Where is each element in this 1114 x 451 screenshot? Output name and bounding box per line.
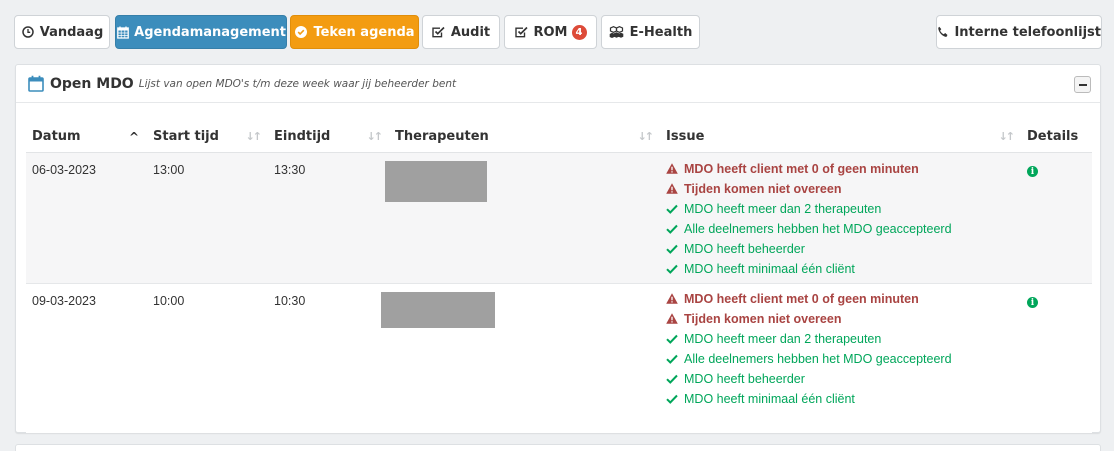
cell-start-tijd: 10:00: [147, 282, 268, 433]
cell-issues: MDO heeft client met 0 of geen minuten T…: [660, 152, 1021, 283]
check-icon: [666, 263, 678, 275]
table-row: 09-03-2023 10:00 10:30 MDO heeft client …: [26, 282, 1092, 433]
panel-header: Open MDO Lijst van open MDO's t/m deze w…: [16, 65, 1100, 103]
vandaag-label: Vandaag: [39, 24, 104, 40]
check-square-icon: [432, 25, 446, 39]
check-icon: [666, 243, 678, 255]
column-header-details: Details: [1021, 121, 1092, 153]
phone-icon: [937, 25, 949, 39]
calendar-icon: [28, 75, 44, 92]
cell-details: i: [1021, 282, 1092, 433]
sort-icon: ↓↑: [637, 130, 655, 143]
warning-icon: [666, 293, 678, 305]
info-icon[interactable]: i: [1027, 297, 1038, 308]
check-square-icon: [515, 25, 529, 39]
cell-datum: 09-03-2023: [26, 282, 147, 433]
minus-icon: [1078, 83, 1087, 86]
info-icon[interactable]: i: [1027, 166, 1038, 177]
cell-eindtijd: 10:30: [268, 282, 389, 433]
cell-therapeuten: [385, 152, 660, 283]
agendamanagement-button[interactable]: Agendamanagement: [115, 15, 287, 49]
rom-button[interactable]: ROM 4: [504, 15, 597, 49]
warning-icon: [666, 163, 678, 175]
sort-asc-icon: ^: [128, 130, 139, 144]
panel-subtitle: Lijst van open MDO's t/m deze week waar …: [138, 77, 457, 90]
calendar-icon: [116, 25, 129, 39]
cell-details: i: [1021, 152, 1092, 283]
cell-datum: 06-03-2023: [26, 152, 147, 283]
sort-icon: ↓↑: [366, 130, 384, 143]
teken-agenda-button[interactable]: Teken agenda: [290, 15, 419, 49]
check-icon: [666, 393, 678, 405]
sort-icon: ↓↑: [998, 130, 1016, 143]
issue-ok: MDO heeft beheerder: [666, 239, 1021, 259]
sort-icon: ↓↑: [245, 130, 263, 143]
check-icon: [666, 333, 678, 345]
issue-ok: MDO heeft beheerder: [666, 369, 1021, 389]
check-circle-icon: [294, 25, 308, 39]
collapse-button[interactable]: [1074, 76, 1091, 93]
clock-icon: [21, 25, 35, 39]
column-header-datum[interactable]: Datum ^: [26, 121, 147, 153]
redacted-therapists: [381, 291, 495, 328]
toolbar: Vandaag Agendamanagement Teken agenda Au…: [14, 15, 1102, 49]
column-header-eindtijd[interactable]: Eindtijd ↓↑: [268, 121, 389, 153]
issue-warning: Tijden komen niet overeen: [666, 309, 1021, 329]
vandaag-button[interactable]: Vandaag: [14, 15, 110, 49]
warning-icon: [666, 313, 678, 325]
cell-therapeuten: [381, 282, 660, 433]
table-header-row: Datum ^ Start tijd ↓↑ Eindtijd ↓↑ Therapeut…: [26, 121, 1092, 153]
audit-button[interactable]: Audit: [422, 15, 500, 49]
rom-label: ROM: [533, 24, 568, 40]
open-mdo-panel: Open MDO Lijst van open MDO's t/m deze w…: [15, 64, 1101, 433]
ehealth-label: E-Health: [629, 24, 693, 40]
cell-issues: MDO heeft client met 0 of geen minuten T…: [660, 282, 1021, 433]
issue-ok: Alle deelnemers hebben het MDO geaccepte…: [666, 349, 1021, 369]
mdo-table: Datum ^ Start tijd ↓↑ Eindtijd ↓↑ Therapeut…: [26, 121, 1092, 433]
issue-ok: MDO heeft minimaal één cliënt: [666, 389, 1021, 409]
interne-telefoonlijst-label: Interne telefoonlijst: [954, 24, 1101, 40]
interne-telefoonlijst-button[interactable]: Interne telefoonlijst: [936, 15, 1102, 49]
issue-ok: Alle deelnemers hebben het MDO geaccepte…: [666, 219, 1021, 239]
redacted-therapists: [385, 160, 487, 202]
audit-label: Audit: [450, 24, 491, 40]
agendamanagement-label: Agendamanagement: [134, 24, 286, 40]
check-icon: [666, 373, 678, 385]
column-header-issue[interactable]: Issue ↓↑: [660, 121, 1021, 153]
table-row: 06-03-2023 13:00 13:30 MDO heeft client …: [26, 152, 1092, 283]
issue-warning: MDO heeft client met 0 of geen minuten: [666, 289, 1021, 309]
cell-start-tijd: 13:00: [147, 152, 268, 283]
column-header-therapeuten[interactable]: Therapeuten ↓↑: [389, 121, 660, 153]
cell-eindtijd: 13:30: [268, 152, 389, 283]
cubes-icon: [609, 25, 625, 39]
panel-title: Open MDO: [50, 75, 134, 92]
teken-agenda-label: Teken agenda: [313, 24, 415, 40]
check-icon: [666, 353, 678, 365]
ehealth-button[interactable]: E-Health: [601, 15, 700, 49]
issue-warning: MDO heeft client met 0 of geen minuten: [666, 159, 1021, 179]
column-header-start-tijd[interactable]: Start tijd ↓↑: [147, 121, 268, 153]
rom-count-badge: 4: [571, 24, 587, 40]
check-icon: [666, 223, 678, 235]
check-icon: [666, 203, 678, 215]
issue-ok: MDO heeft meer dan 2 therapeuten: [666, 199, 1021, 219]
issue-warning: Tijden komen niet overeen: [666, 179, 1021, 199]
issue-ok: MDO heeft minimaal één cliënt: [666, 259, 1021, 279]
warning-icon: [666, 183, 678, 195]
next-panel-edge: [15, 444, 1101, 451]
issue-ok: MDO heeft meer dan 2 therapeuten: [666, 329, 1021, 349]
